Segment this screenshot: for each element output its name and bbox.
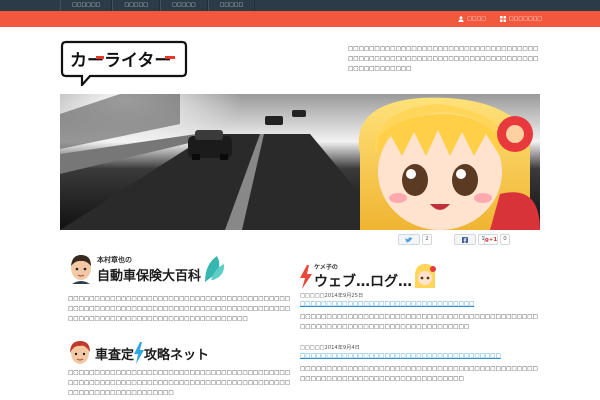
blog-banner[interactable]: ケメ子の ウェブ…ログ… — [300, 262, 436, 291]
banner-illustration — [60, 94, 540, 230]
post-date: □□□□□2014年9月25日 — [300, 293, 364, 299]
assessment-title-left: 車査定 — [95, 347, 135, 363]
utility-links: □□□□ □□□□□□□ — [458, 11, 542, 27]
top-nav-item-4[interactable]: □□□□□ — [207, 0, 256, 11]
post-title-link[interactable]: □□□□□□□□□□□□□□□□□□□□□□□□□□□□□□□□□□□□□□ — [300, 353, 540, 359]
twitter-share[interactable]: 2 — [398, 234, 432, 245]
insurance-description: □□□□□□□□□□□□□□□□□□□□□□□□□□□□□□□□□□□□□□□□… — [68, 296, 290, 322]
logo-text: カーライター — [70, 51, 171, 71]
person-icon — [458, 16, 464, 22]
gplus-icon[interactable]: g+1 — [484, 234, 498, 245]
blog-mascot-icon — [415, 263, 436, 288]
twitter-count: 2 — [422, 234, 432, 245]
assessment-description: □□□□□□□□□□□□□□□□□□□□□□□□□□□□□□□□□□□□□□□□… — [68, 370, 290, 396]
site-description: □□□□□□□□□□□□□□□□□□□□□□□□□□□□□□□□□□□□□□□□… — [348, 46, 539, 72]
lightning-icon — [134, 342, 145, 364]
contact-link[interactable]: □□□□ — [458, 16, 486, 22]
post-title-link[interactable]: □□□□□□□□□□□□□□□□□□□□□□□□□□□□□□□□□ — [300, 301, 540, 307]
post-excerpt: □□□□□□□□□□□□□□□□□□□□□□□□□□□□□□□□□□□□□□□□… — [300, 366, 538, 382]
post-excerpt: □□□□□□□□□□□□□□□□□□□□□□□□□□□□□□□□□□□□□□□□… — [300, 314, 538, 330]
assessment-avatar-icon — [70, 341, 90, 364]
insurance-owner: 本村章也の — [97, 255, 132, 264]
insurance-title: 自動車保険大百科 — [97, 268, 202, 284]
top-nav: □□□□□□ □□□□□ □□□□□ □□□□□ — [60, 0, 256, 11]
assessment-banner[interactable]: 車査定 攻略ネット — [68, 340, 209, 366]
sitemap-label: □□□□□□□ — [508, 16, 542, 22]
leaf-icon — [205, 256, 225, 282]
gplus-share[interactable]: g+1 0 — [484, 234, 510, 245]
blog-owner: ケメ子の — [314, 264, 338, 271]
insurance-avatar-icon — [71, 255, 91, 284]
top-nav-item-3[interactable]: □□□□□ — [159, 0, 208, 11]
facebook-share[interactable]: 1 — [454, 234, 488, 245]
post-date: □□□□□2014年9月4日 — [300, 345, 360, 351]
sitemap-link[interactable]: □□□□□□□ — [499, 16, 542, 22]
top-nav-item-1[interactable]: □□□□□□ — [60, 0, 113, 11]
speech-bubble-logo: カーライター — [60, 40, 188, 88]
insurance-banner[interactable]: 本村章也の 自動車保険大百科 — [68, 254, 225, 284]
hero-banner — [60, 94, 540, 230]
blog-title: ウェブ…ログ… — [314, 274, 412, 290]
top-nav-item-2[interactable]: □□□□□ — [112, 0, 160, 11]
facebook-icon[interactable] — [454, 234, 476, 245]
grid-icon — [499, 16, 506, 22]
assessment-title-right: 攻略ネット — [144, 347, 210, 363]
twitter-icon[interactable] — [398, 234, 420, 245]
blog-lightning-icon — [300, 264, 312, 289]
gplus-count: 0 — [500, 234, 510, 245]
site-logo[interactable]: カーライター — [60, 40, 188, 88]
contact-label: □□□□ — [467, 16, 486, 22]
